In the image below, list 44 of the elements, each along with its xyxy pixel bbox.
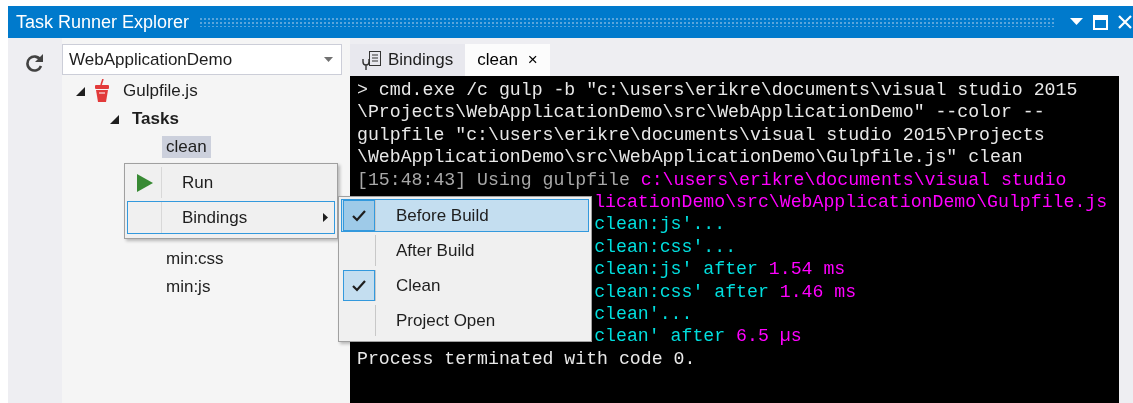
dropdown-icon[interactable] [1070, 18, 1083, 26]
check-icon [351, 209, 366, 222]
close-tab-button[interactable]: × [527, 50, 538, 70]
refresh-icon[interactable] [26, 53, 44, 73]
collapse-icon[interactable] [75, 86, 85, 96]
console-line: Process terminated with code 0. [357, 348, 696, 369]
console-line: clean' after 6.5 µs [594, 326, 802, 347]
console-line: \WebApplicationDemo\src\WebApplicationDemo\Gulpfile.js" clean [357, 147, 1023, 168]
menu-item[interactable]: Run [127, 166, 335, 199]
checkbox[interactable] [342, 270, 375, 301]
collapse-icon[interactable] [109, 114, 119, 124]
console-line: gulpfile "c:\users\erikre\documents\visual studio 2015\Projects [357, 124, 1045, 145]
menu-item[interactable]: Before Build [341, 199, 589, 232]
window-title: Task Runner Explorer [16, 11, 190, 33]
console-line: clean'... [594, 303, 693, 324]
tree-item[interactable]: min:js [162, 276, 215, 298]
tree-item[interactable]: Tasks [128, 108, 183, 130]
cup-icon [94, 79, 110, 103]
submenu-arrow-icon [323, 213, 328, 222]
tree-item[interactable]: clean [162, 136, 211, 158]
console-line: clean:css'... [594, 236, 737, 257]
binding-icon [362, 50, 382, 70]
close-icon[interactable] [1118, 15, 1132, 29]
menu-item[interactable]: Bindings [127, 201, 335, 234]
tab[interactable]: clean × [465, 44, 550, 76]
maximize-icon[interactable] [1093, 14, 1108, 30]
tab[interactable]: Bindings [350, 44, 466, 76]
console-line: \Projects\WebApplicationDemo\src\WebApplicationDemo" --color -- [357, 102, 1045, 123]
play-icon [136, 173, 153, 192]
console-line: [15:48:43] Using gulpfile c:\users\erikre\documents\visual studio [357, 169, 1067, 190]
console-line: licationDemo\src\WebApplicationDemo\Gulpfile.js [594, 191, 1108, 212]
project-dropdown[interactable]: WebApplicationDemo [62, 44, 342, 75]
console-line: > cmd.exe /c gulp -b "c:\users\erikre\documents\visual studio 2015 [357, 80, 1078, 100]
menu-item[interactable]: Clean [341, 269, 589, 302]
tree-item[interactable]: Gulpfile.js [119, 80, 202, 102]
checkbox[interactable] [342, 200, 375, 231]
menu-item[interactable]: After Build [341, 234, 589, 267]
check-icon [351, 279, 366, 292]
dropdown-arrow-icon [324, 57, 333, 62]
tree-item[interactable]: min:css [162, 248, 228, 270]
menu-item[interactable]: Project Open [341, 304, 589, 337]
console-line: clean:js' after 1.54 ms [594, 259, 846, 280]
console-line: clean:css' after 1.46 ms [594, 281, 857, 302]
console-line: clean:js'... [594, 214, 726, 235]
